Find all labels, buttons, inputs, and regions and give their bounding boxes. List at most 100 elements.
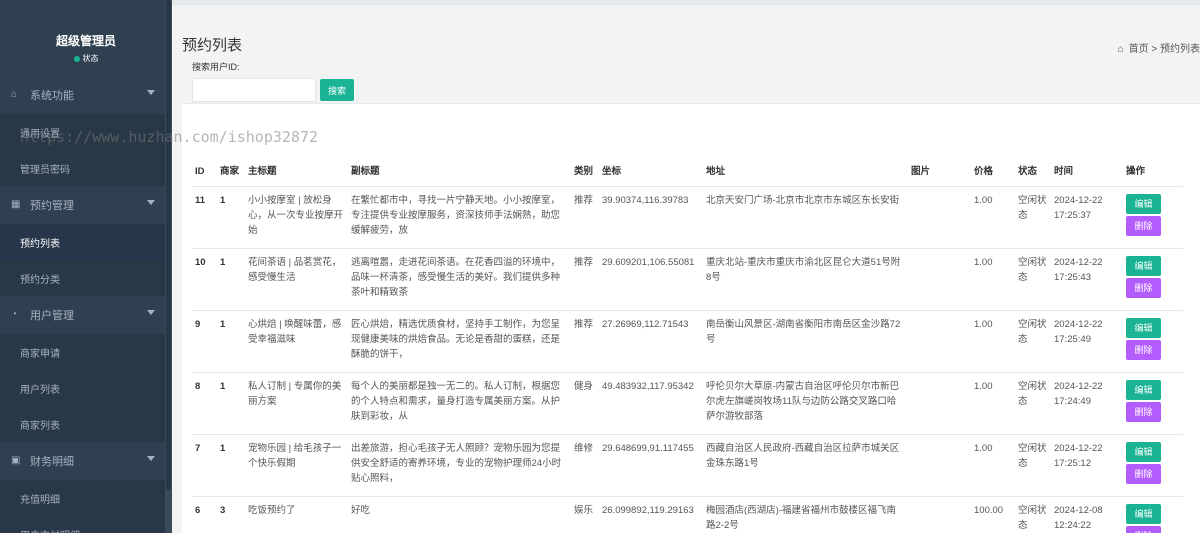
cell-title: 小小按摩室 | 放松身心，从一次专业按摩开始	[245, 186, 348, 249]
column-header: 状态	[1015, 146, 1051, 187]
cell-id: 6	[192, 496, 217, 533]
cell-image	[908, 372, 971, 435]
cell-shop: 1	[217, 186, 245, 249]
table-icon: ▦	[11, 199, 21, 210]
cell-image	[908, 248, 971, 311]
delete-button[interactable]: 删除	[1126, 525, 1161, 533]
cell-time: 2024-12-22 17:25:12	[1051, 434, 1123, 497]
cell-time: 2024-12-08 12:24:22	[1051, 496, 1123, 533]
cell-shop: 1	[217, 372, 245, 435]
page-header: 预约列表 ⌂ 首页 > 预约列表	[172, 5, 1200, 55]
chevron-down-icon	[147, 456, 155, 461]
table-panel: ID 商家 主标题 副标题 类别 坐标 地址 图片 价格 状态 时间 操作 11 1 小小按摩室 | 放松…	[182, 103, 1200, 533]
edit-button[interactable]: 编辑	[1126, 441, 1161, 462]
search-label: 搜索用户ID:	[192, 62, 240, 72]
cell-address: 梅园酒店(西湖店)-福建省福州市鼓楼区福飞南路2-2号	[703, 496, 908, 533]
cell-coords: 27.26969,112.71543	[599, 310, 703, 373]
column-header: 副标题	[348, 146, 571, 187]
cell-title: 心烘焙 | 唤醒味蕾，感受幸福滋味	[245, 310, 348, 373]
cell-image	[908, 186, 971, 249]
chevron-down-icon	[147, 310, 155, 315]
sidebar-item-2-2[interactable]: 商家列表	[0, 406, 172, 442]
cell-id: 9	[192, 310, 217, 373]
column-header: ID	[192, 146, 217, 187]
search-button[interactable]: 搜索	[320, 79, 354, 101]
sidebar-item-0-0[interactable]: 通用设置	[0, 114, 172, 150]
edit-button[interactable]: 编辑	[1126, 193, 1161, 214]
table-header-row: ID 商家 主标题 副标题 类别 坐标 地址 图片 价格 状态 时间 操作	[192, 146, 1183, 187]
table-body: 11 1 小小按摩室 | 放松身心，从一次专业按摩开始 在繁忙都市中，寻找一片宁静天地…	[192, 186, 1183, 533]
sidebar-nav: ⌂ 系统功能通用设置 管理员密码 ▦ 预约管理预约列表 预约分类 ◔ 用户管理 商家申请 用户列表…	[0, 76, 172, 533]
main-content: 预约列表 ⌂ 首页 > 预约列表 搜索用户ID: 搜索 ID 商家 主标题 副标题 类别…	[172, 0, 1200, 533]
delete-button[interactable]: 删除	[1126, 339, 1161, 360]
edit-button[interactable]: 编辑	[1126, 317, 1161, 338]
home-icon: ⌂	[11, 89, 18, 100]
cell-category: 娱乐	[571, 496, 599, 533]
sidebar-group-2[interactable]: ◔ 用户管理	[0, 296, 172, 334]
cell-shop: 1	[217, 248, 245, 311]
edit-button[interactable]: 编辑	[1126, 255, 1161, 276]
column-header: 主标题	[245, 146, 348, 187]
cell-actions: 编辑删除	[1123, 496, 1183, 533]
cell-price: 1.00	[971, 248, 1015, 311]
search-user-id-input[interactable]	[192, 78, 316, 102]
cell-shop: 1	[217, 434, 245, 497]
cell-price: 1.00	[971, 434, 1015, 497]
column-header: 地址	[703, 146, 908, 187]
sidebar-item-1-1[interactable]: 预约分类	[0, 260, 172, 296]
delete-button[interactable]: 删除	[1126, 215, 1161, 236]
cell-id: 8	[192, 372, 217, 435]
cell-title: 花间茶语 | 品茗赏花，感受慢生活	[245, 248, 348, 311]
cell-id: 7	[192, 434, 217, 497]
cell-image	[908, 310, 971, 373]
home-icon: ⌂	[1117, 44, 1124, 55]
sidebar-group-3[interactable]: ▣ 财务明细	[0, 442, 172, 480]
sidebar-item-2-0[interactable]: 商家申请	[0, 334, 172, 370]
cell-price: 100.00	[971, 496, 1015, 533]
column-header: 坐标	[599, 146, 703, 187]
cell-coords: 26.099892,119.29163	[599, 496, 703, 533]
edit-button[interactable]: 编辑	[1126, 379, 1161, 400]
user-profile: 超级管理员 状态	[0, 0, 172, 76]
table-row: 10 1 花间茶语 | 品茗赏花，感受慢生活 逃离喧嚣，走进花间茶语。在花香四溢的环境…	[192, 248, 1183, 311]
cell-status: 空闲状态	[1015, 434, 1051, 497]
sidebar-item-0-1[interactable]: 管理员密码	[0, 150, 172, 186]
delete-button[interactable]: 删除	[1126, 277, 1161, 298]
cell-title: 宠物乐园 | 给毛孩子一个快乐假期	[245, 434, 348, 497]
table-row: 9 1 心烘焙 | 唤醒味蕾，感受幸福滋味 匠心烘焙，精选优质食材，坚持手工制作，为您…	[192, 310, 1183, 373]
table-row: 8 1 私人订制 | 专属你的美丽方案 每个人的美丽都是独一无二的。私人订制，根据您的…	[192, 372, 1183, 435]
cell-category: 推荐	[571, 186, 599, 249]
cell-category: 维修	[571, 434, 599, 497]
cell-actions: 编辑删除	[1123, 434, 1183, 497]
edit-button[interactable]: 编辑	[1126, 503, 1161, 524]
sidebar-item-3-0[interactable]: 充值明细	[0, 480, 172, 516]
delete-button[interactable]: 删除	[1126, 463, 1161, 484]
cell-status: 空闲状态	[1015, 496, 1051, 533]
sidebar-group-label: 预约管理	[30, 200, 74, 212]
sidebar-group-label: 系统功能	[30, 90, 74, 102]
cell-address: 重庆北站-重庆市重庆市渝北区昆仑大道51号附8号	[703, 248, 908, 311]
table-row: 7 1 宠物乐园 | 给毛孩子一个快乐假期 出差旅游，担心毛孩子无人照顾？宠物乐园为您…	[192, 434, 1183, 497]
breadcrumb-home[interactable]: 首页	[1129, 44, 1149, 55]
column-header: 时间	[1051, 146, 1123, 187]
delete-button[interactable]: 删除	[1126, 401, 1161, 422]
cell-category: 推荐	[571, 310, 599, 373]
sidebar-item-2-1[interactable]: 用户列表	[0, 370, 172, 406]
sidebar-group-0[interactable]: ⌂ 系统功能	[0, 76, 172, 114]
cell-subtitle: 好吃	[348, 496, 571, 533]
cell-subtitle: 每个人的美丽都是独一无二的。私人订制，根据您的个人特点和需求，量身打造专属美丽方…	[348, 372, 571, 435]
cell-subtitle: 出差旅游，担心毛孩子无人照顾？宠物乐园为您提供安全舒适的寄养环境，专业的宠物护理…	[348, 434, 571, 497]
sidebar-item-1-0[interactable]: 预约列表	[0, 224, 172, 260]
sidebar-group-1[interactable]: ▦ 预约管理	[0, 186, 172, 224]
sidebar-scrollbar-thumb[interactable]	[166, 0, 171, 490]
cell-coords: 29.609201,106.55081	[599, 248, 703, 311]
user-status: 状态	[0, 53, 172, 64]
cell-status: 空闲状态	[1015, 248, 1051, 311]
cell-time: 2024-12-22 17:25:49	[1051, 310, 1123, 373]
sidebar-item-3-1[interactable]: 用户支付明细	[0, 516, 172, 533]
cell-status: 空闲状态	[1015, 310, 1051, 373]
cell-time: 2024-12-22 17:25:37	[1051, 186, 1123, 249]
column-header: 操作	[1123, 146, 1183, 187]
cell-address: 北京天安门广场-北京市北京市东城区东长安街	[703, 186, 908, 249]
cell-coords: 39.90374,116.39783	[599, 186, 703, 249]
